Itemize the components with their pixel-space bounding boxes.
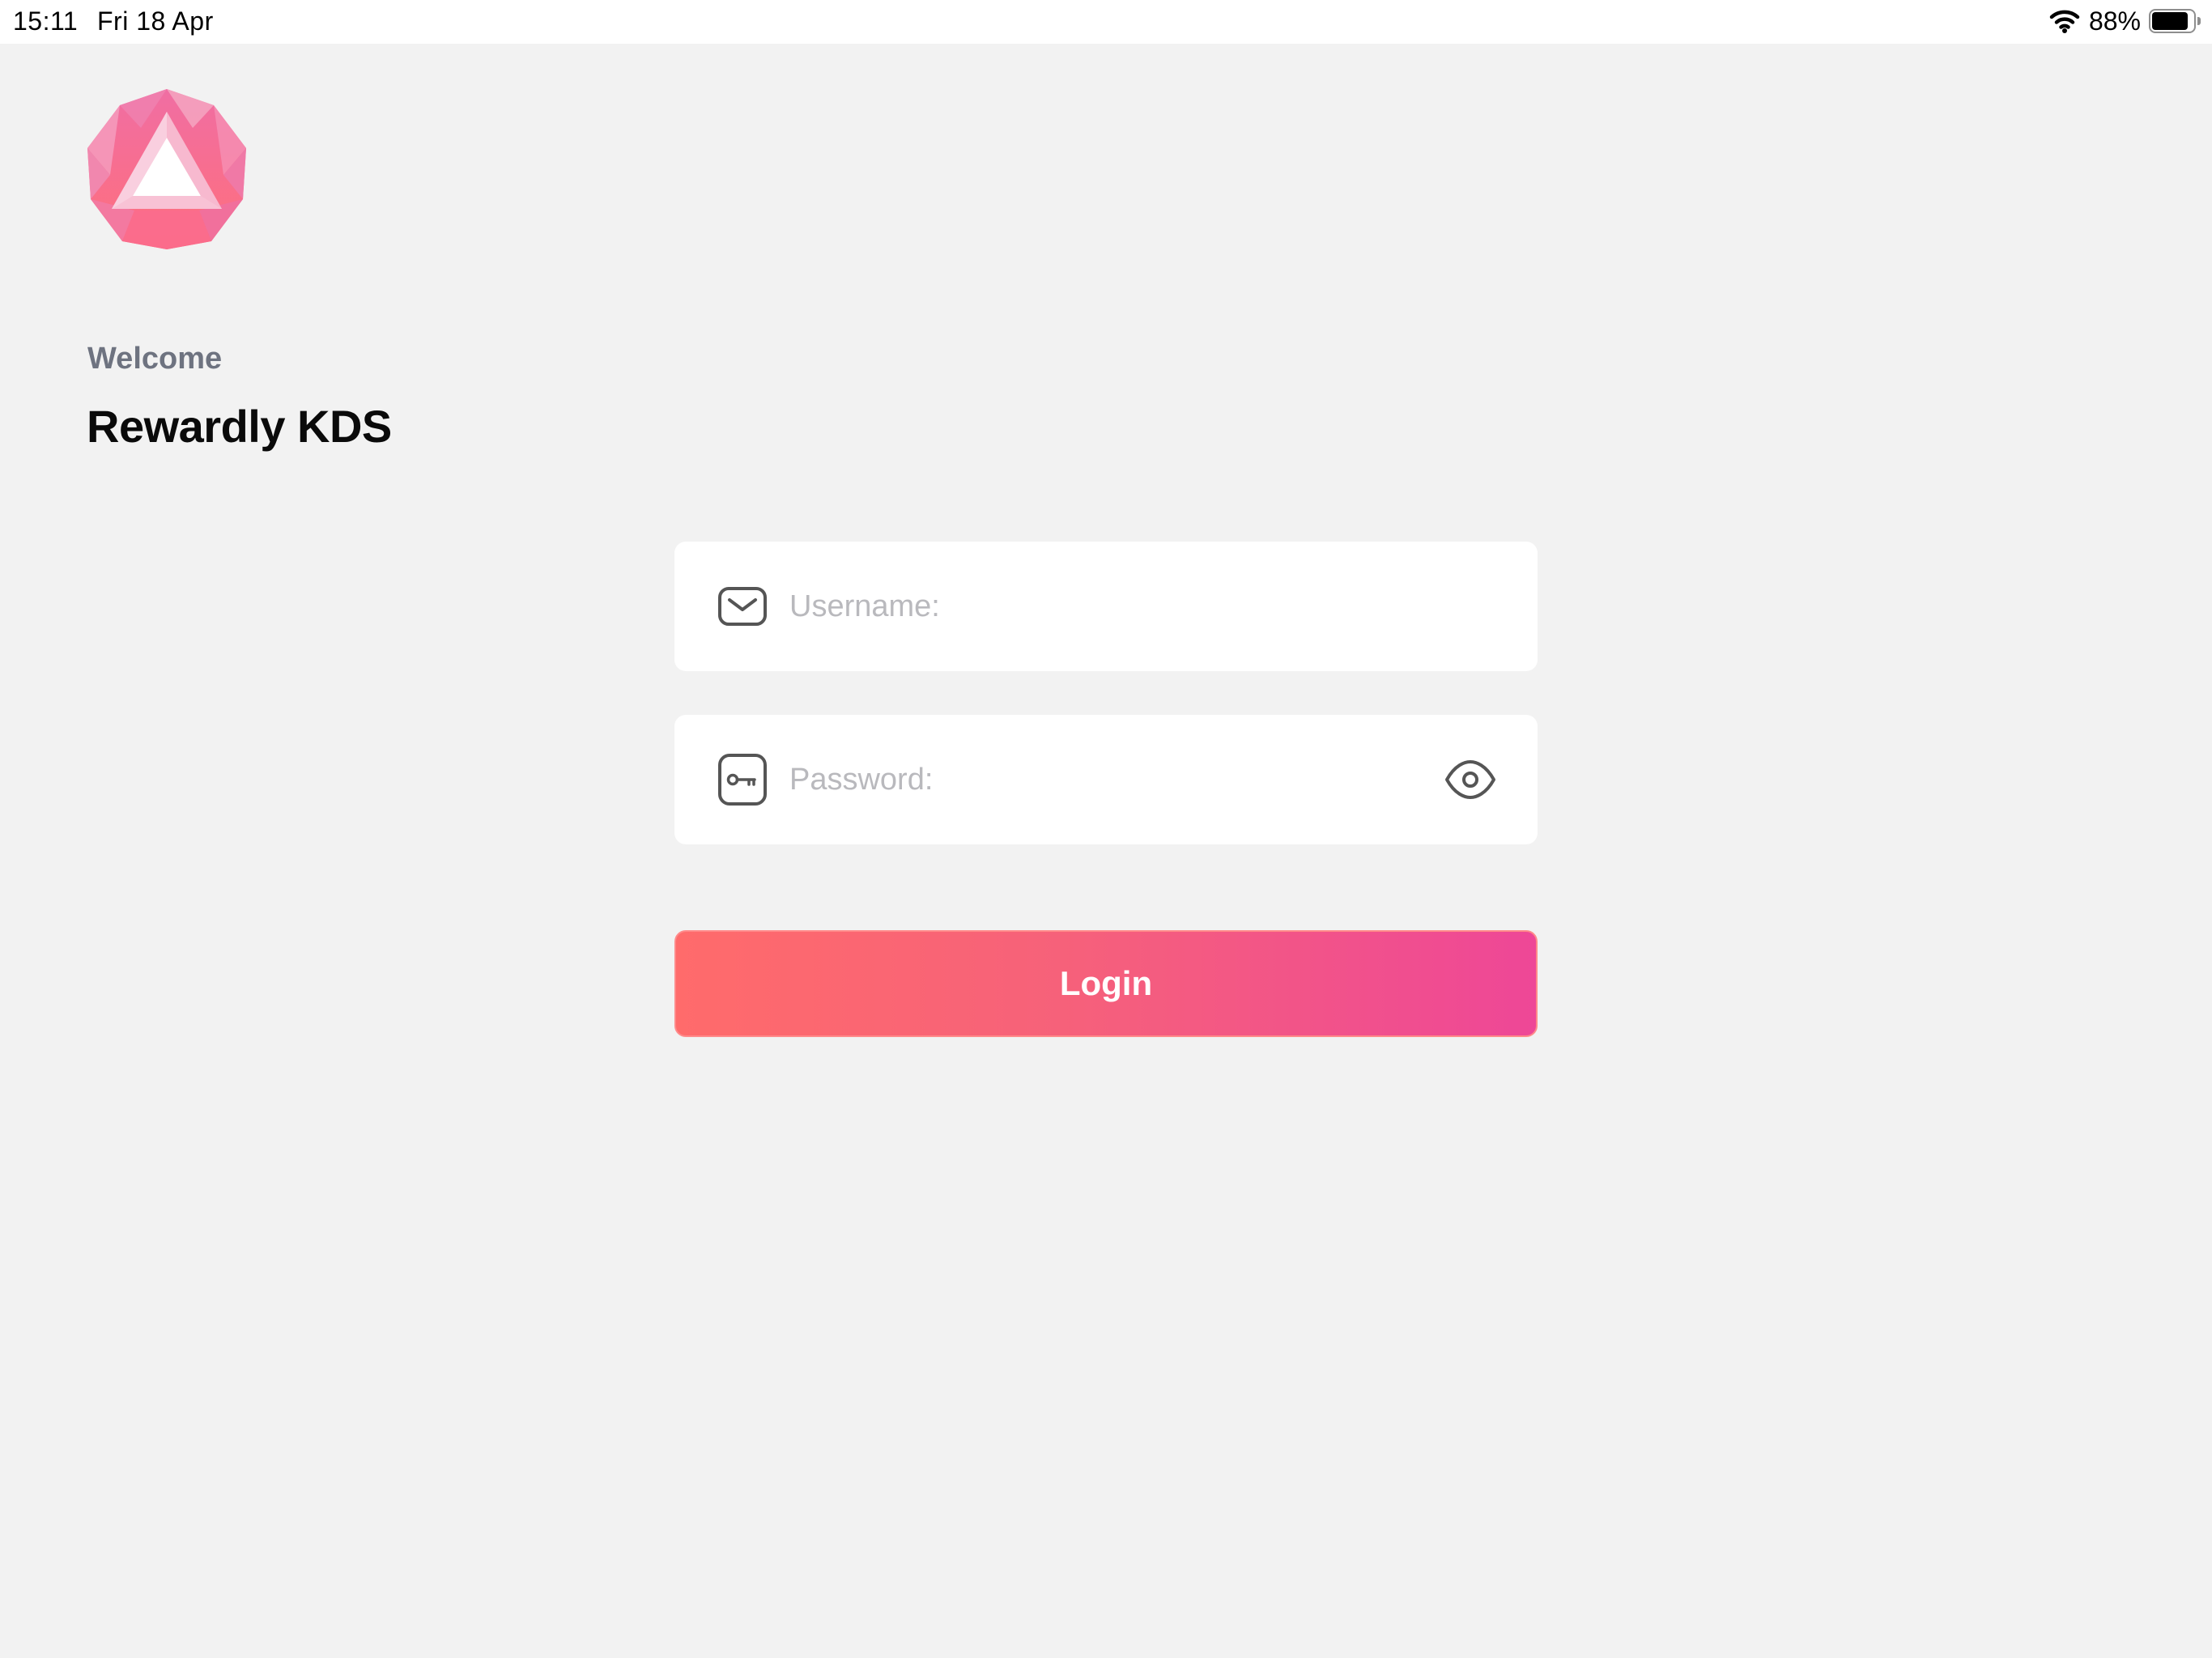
- envelope-icon: [717, 580, 768, 632]
- eye-icon[interactable]: [1444, 754, 1497, 806]
- welcome-label: Welcome: [87, 342, 223, 376]
- status-bar: 15:11 Fri 18 Apr 88%: [0, 0, 2212, 44]
- battery-icon: [2149, 9, 2201, 33]
- battery-percent: 88%: [2088, 6, 2141, 36]
- status-time: 15:11: [13, 6, 79, 36]
- status-indicators: 88%: [2048, 5, 2201, 37]
- battery-level-fill: [2152, 12, 2188, 30]
- username-input[interactable]: [789, 574, 1453, 639]
- status-date: Fri 18 Apr: [97, 6, 214, 36]
- rewardly-logo: [86, 87, 248, 249]
- password-field[interactable]: [674, 715, 1538, 844]
- username-field[interactable]: [674, 542, 1538, 671]
- key-icon: [717, 754, 768, 806]
- password-input[interactable]: [789, 747, 1453, 812]
- login-button[interactable]: Login: [674, 930, 1538, 1037]
- wifi-icon: [2048, 8, 2081, 34]
- app-title: Rewardly KDS: [87, 401, 392, 452]
